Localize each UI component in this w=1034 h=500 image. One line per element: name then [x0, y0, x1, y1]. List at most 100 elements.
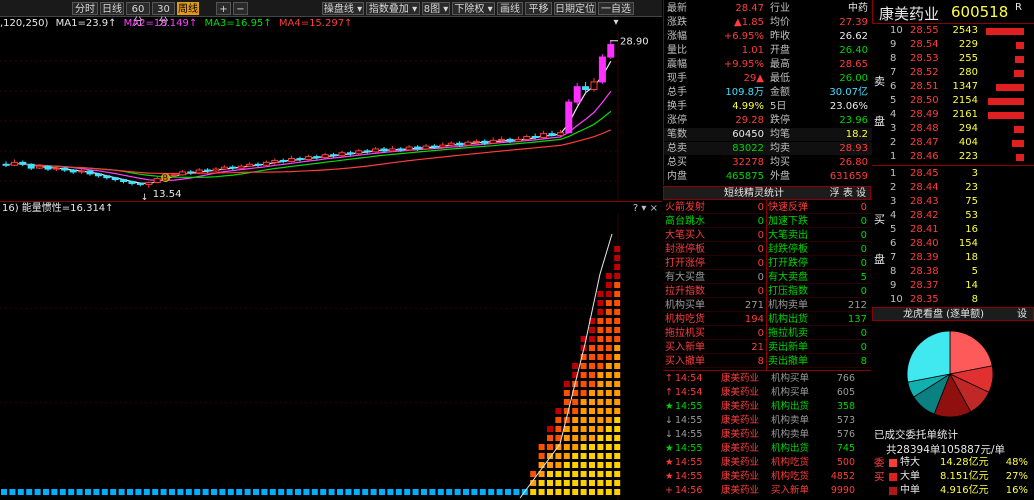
- order-volume: 2543: [952, 25, 978, 36]
- buy-order-row[interactable]: 5 28.41 16: [872, 223, 1034, 237]
- toolbar-button-8[interactable]: 指数叠加 ▾: [366, 2, 420, 15]
- order-level: 6: [890, 81, 897, 92]
- toolbar-button-4[interactable]: 周线: [177, 2, 199, 15]
- sell-order-row[interactable]: 10 28.55 2543: [872, 24, 1034, 38]
- toolbar-button-14[interactable]: 一自选 ▾: [598, 2, 634, 28]
- candlestick-chart[interactable]: 28.90 13.54 ↓ B: [0, 31, 662, 201]
- energy-bar-segment: [605, 471, 612, 477]
- trade-alert-row[interactable]: ↓ 14:55 康美药业 机构卖单 576: [663, 428, 871, 442]
- buy-order-row[interactable]: 6 28.40 154: [872, 237, 1034, 251]
- buy-order-row[interactable]: 2 28.44 23: [872, 181, 1034, 195]
- candle-body: [464, 141, 472, 146]
- toolbar-button-3[interactable]: 30分: [152, 2, 175, 28]
- energy-bar-segment: [177, 489, 184, 495]
- dragon-settings[interactable]: 设: [1017, 308, 1027, 322]
- toolbar-button-13[interactable]: 日期定位: [554, 2, 596, 15]
- buy-order-row[interactable]: 9 28.37 14: [872, 279, 1034, 293]
- toolbar-button-7[interactable]: 操盘线 ▾: [322, 2, 364, 15]
- sell-order-row[interactable]: 9 28.54 229: [872, 38, 1034, 52]
- energy-bar-segment: [538, 480, 545, 486]
- energy-bar-segment: [26, 489, 33, 495]
- energy-bar-segment: [286, 489, 293, 495]
- buy-order-row[interactable]: 1 28.45 3: [872, 167, 1034, 181]
- energy-bar-segment: [563, 399, 570, 405]
- candle-body: [19, 161, 27, 165]
- trade-alert-row[interactable]: ★ 14:55 康美药业 机构出货 358: [663, 400, 871, 414]
- stats-tabs[interactable]: 浮 表 设: [830, 187, 866, 201]
- ma4-line: [5, 129, 612, 175]
- quote-value: 18.2: [845, 129, 868, 140]
- toolbar-button-12[interactable]: 平移: [525, 2, 552, 15]
- toolbar-button-10[interactable]: 下除权 ▾: [452, 2, 495, 15]
- quote-value: 83022: [732, 143, 764, 154]
- trade-alert-row[interactable]: ★ 14:55 康美药业 机构出货 745: [663, 442, 871, 456]
- trade-alert-row[interactable]: ★ 14:55 康美药业 机构吃货 4852: [663, 470, 871, 484]
- stats-row[interactable]: 拉升指数 0 打压指数 0: [663, 285, 871, 298]
- sell-order-row[interactable]: 5 28.50 2154: [872, 94, 1034, 108]
- trade-alert-row[interactable]: +14:56 康美药业 买入新单 9990: [663, 484, 871, 498]
- order-size-percent: 27%: [1005, 471, 1028, 482]
- energy-bar-segment: [580, 372, 587, 378]
- energy-bar-segment: [580, 426, 587, 432]
- buy-order-row[interactable]: 10 28.35 8: [872, 293, 1034, 307]
- sell-order-row[interactable]: 6 28.51 1347: [872, 80, 1034, 94]
- toolbar-button-5[interactable]: +: [216, 2, 231, 15]
- trade-stock-name: 康美药业: [721, 485, 760, 496]
- stats-row[interactable]: 有大买盘 0 有大卖盘 5: [663, 271, 871, 284]
- buy-order-row[interactable]: 4 28.42 53: [872, 209, 1034, 223]
- stats-row[interactable]: 买入新单 21 卖出新单 0: [663, 341, 871, 354]
- trade-alert-row[interactable]: ↓ 14:55 康美药业 机构卖单 573: [663, 414, 871, 428]
- stats-row[interactable]: 打开涨停 0 打开跌停 0: [663, 257, 871, 270]
- candle-body: [36, 165, 44, 169]
- order-volume-bar: [996, 84, 1024, 91]
- energy-bar-segment: [580, 417, 587, 423]
- buy-order-row[interactable]: 7 28.39 18: [872, 251, 1034, 265]
- toolbar-button-0[interactable]: 分时: [72, 2, 98, 15]
- buy-order-row[interactable]: 8 28.38 5: [872, 265, 1034, 279]
- trade-alert-row[interactable]: ↑ 14:54 康美药业 机构买单 766: [663, 372, 871, 386]
- trade-arrow-icon: ★: [665, 457, 674, 468]
- energy-bar-segment: [555, 426, 562, 432]
- energy-bar-segment: [589, 345, 595, 351]
- stats-row[interactable]: 拖拉机买 0 拖拉机卖 0: [663, 327, 871, 340]
- quote-value: 32278: [732, 157, 764, 168]
- sell-order-row[interactable]: 2 28.47 404: [872, 136, 1034, 150]
- stats-row[interactable]: 大笔买入 0 大笔卖出 0: [663, 229, 871, 242]
- energy-bar-segment: [362, 489, 369, 495]
- energy-bar-segment: [589, 453, 595, 459]
- trade-alert-row[interactable]: ↑ 14:54 康美药业 机构买单 605: [663, 386, 871, 400]
- order-price: 28.48: [910, 123, 939, 134]
- sell-order-row[interactable]: 3 28.48 294: [872, 122, 1034, 136]
- quote-panel: 最新 28.47 行业 中药 涨跌 ▲1.85 均价 27.39 涨幅 +6.95% 昨收 26.62…: [663, 0, 872, 185]
- stats-row[interactable]: 火箭发射 0 快速反弹 0: [663, 201, 871, 214]
- toolbar-button-1[interactable]: 日线: [100, 2, 124, 15]
- sell-order-row[interactable]: 7 28.52 280: [872, 66, 1034, 80]
- energy-bar-segment: [589, 417, 595, 423]
- sell-order-row[interactable]: 1 28.46 223: [872, 150, 1034, 164]
- toolbar-button-6[interactable]: −: [233, 2, 248, 15]
- quote-value: 26.62: [839, 31, 868, 42]
- stats-row[interactable]: 机构买单 271 机构卖单 212: [663, 299, 871, 312]
- stats-label: 封涨停板: [665, 244, 705, 255]
- stats-row[interactable]: 买入撤单 8 卖出撤单 8: [663, 355, 871, 368]
- trade-alert-row[interactable]: ★ 14:55 康美药业 机构吃货 500: [663, 456, 871, 470]
- quote-value: 465875: [725, 171, 764, 182]
- stats-row[interactable]: 机构吃货 194 机构出货 137: [663, 313, 871, 326]
- sell-order-row[interactable]: 8 28.53 255: [872, 52, 1034, 66]
- toolbar-button-11[interactable]: 画线: [497, 2, 523, 15]
- toolbar-button-2[interactable]: 60分: [126, 2, 150, 28]
- stats-row[interactable]: 封涨停板 0 封跌停板 0: [663, 243, 871, 256]
- stats-label: 加速下跌: [768, 216, 808, 227]
- stats-label: 有大卖盘: [768, 272, 808, 283]
- trade-action: 机构吃货: [771, 471, 810, 482]
- stats-label: 机构出货: [768, 314, 808, 325]
- energy-bar-segment: [379, 489, 385, 495]
- sell-order-row[interactable]: 4 28.49 2161: [872, 108, 1034, 122]
- stats-row[interactable]: 高台跳水 0 加速下跌 0: [663, 215, 871, 228]
- buy-order-row[interactable]: 3 28.43 75: [872, 195, 1034, 209]
- energy-bar-segment: [614, 318, 621, 324]
- energy-bar-segment: [303, 489, 310, 495]
- toolbar-button-9[interactable]: 8图 ▾: [422, 2, 450, 15]
- order-size-row: 大单 8.151亿元 27%: [872, 470, 1034, 484]
- energy-chart[interactable]: [0, 214, 662, 500]
